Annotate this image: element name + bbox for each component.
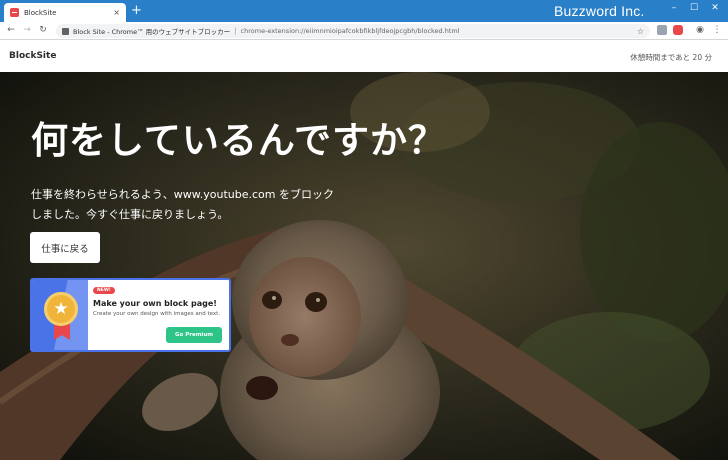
brand-watermark: Buzzword Inc. [554,3,645,19]
blocksite-header: BlockSite 休憩時間まであと 20 分 [0,40,728,72]
blocksite-logo: BlockSite [9,51,57,61]
new-badge: NEW! [93,287,115,294]
url-text[interactable]: chrome-extension://eiimnmioipafcokbfikbl… [241,27,633,35]
reload-button[interactable]: ↻ [37,24,49,36]
premium-promo-card[interactable]: ★ NEW! Make your own block page! Create … [30,278,231,352]
blocksite-icon [10,8,19,17]
tab-title: BlockSite [24,8,57,17]
go-premium-button[interactable]: Go Premium [166,327,222,343]
back-to-work-button[interactable]: 仕事に戻る [30,232,100,263]
blocksite-shield-icon[interactable] [673,25,683,35]
bookmark-star-icon[interactable]: ☆ [637,27,644,36]
promo-title: Make your own block page! [93,299,217,308]
blocked-page-hero: 何をしているんですか？ 仕事を終わらせられるよう、www.youtube.com… [0,72,728,460]
extension-puzzle-icon [62,27,69,35]
tab-close-icon[interactable]: × [113,8,120,17]
address-bar[interactable]: Block Site - Chrome™ 用のウェブサイトブロッカー | chr… [56,24,650,38]
browser-title-bar: BlockSite × + Buzzword Inc. – ☐ ✕ [0,0,728,22]
forward-button[interactable]: → [21,24,33,36]
profile-icon[interactable]: ◉ [694,24,706,36]
star-icon: ★ [53,299,69,319]
menu-icon[interactable]: ⋮ [711,24,723,36]
close-window-button[interactable]: ✕ [707,3,723,13]
medal-icon: ★ [44,292,78,326]
site-label: Block Site - Chrome™ 用のウェブサイトブロッカー [73,28,231,36]
extension-icon[interactable] [657,25,667,35]
browser-toolbar: ← → ↻ Block Site - Chrome™ 用のウェブサイトブロッカー… [0,22,728,40]
page-headline: 何をしているんですか？ [31,119,447,162]
omnibox-separator: | [234,27,237,35]
blocked-message: 仕事を終わらせられるよう、www.youtube.com をブロックしました。今… [31,188,334,221]
break-timer: 休憩時間まであと 20 分 [630,53,712,62]
new-tab-button[interactable]: + [131,4,142,18]
browser-tab-blocksite[interactable]: BlockSite × [4,3,126,22]
back-button[interactable]: ← [5,24,17,36]
promo-subtitle: Create your own design with images and t… [93,311,221,317]
maximize-button[interactable]: ☐ [686,3,702,13]
minimize-button[interactable]: – [666,3,682,13]
